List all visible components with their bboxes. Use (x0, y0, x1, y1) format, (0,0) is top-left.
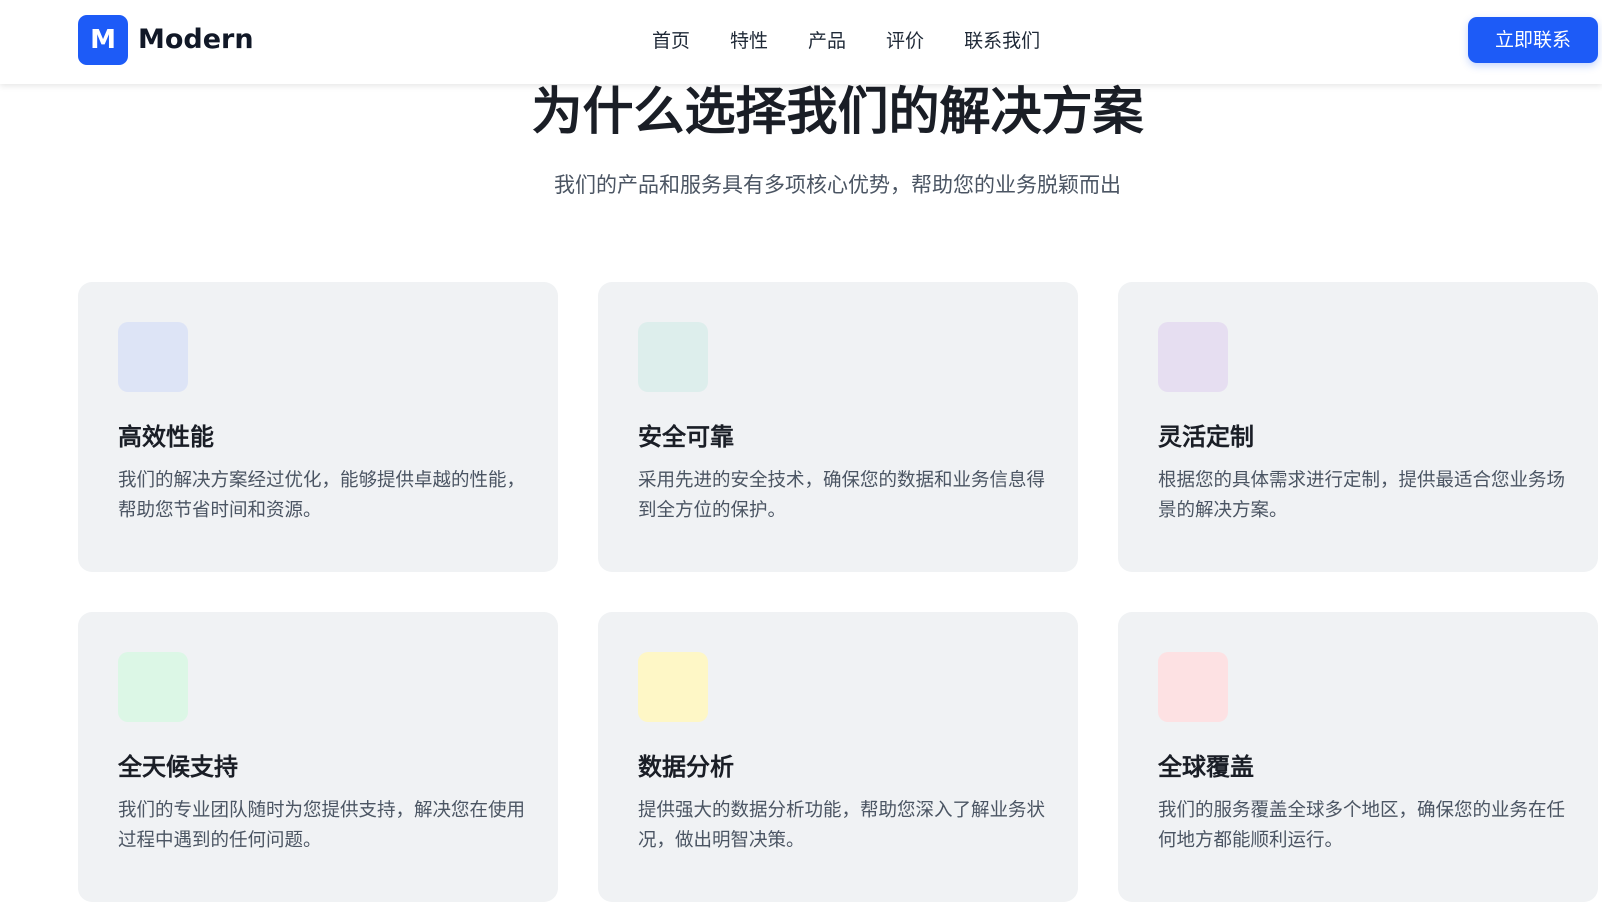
section-title: 为什么选择我们的解决方案 (531, 83, 1144, 142)
performance-icon (118, 322, 188, 392)
nav-link-features[interactable]: 特性 (730, 26, 768, 56)
nav-link-contact[interactable]: 联系我们 (964, 26, 1040, 56)
nav-link-reviews[interactable]: 评价 (886, 26, 924, 56)
nav-link-products[interactable]: 产品 (808, 26, 846, 56)
security-icon (638, 322, 708, 392)
feature-title: 全球覆盖 (1158, 753, 1254, 781)
feature-card-support: 全天候支持 我们的专业团队随时为您提供支持，解决您在使用过程中遇到的任何问题。 (78, 612, 558, 902)
feature-title: 数据分析 (638, 753, 734, 781)
feature-card-analytics: 数据分析 提供强大的数据分析功能，帮助您深入了解业务状况，做出明智决策。 (598, 612, 1078, 902)
contact-now-button[interactable]: 立即联系 (1468, 17, 1598, 63)
support-icon (118, 652, 188, 722)
feature-description: 我们的服务覆盖全球多个地区，确保您的业务在任何地方都能顺利运行。 (1158, 800, 1566, 851)
feature-card-global: 全球覆盖 我们的服务覆盖全球多个地区，确保您的业务在任何地方都能顺利运行。 (1118, 612, 1598, 902)
feature-card-performance: 高效性能 我们的解决方案经过优化，能够提供卓越的性能，帮助您节省时间和资源。 (78, 282, 558, 572)
navbar: M Modern 首页 特性 产品 评价 联系我们 立即联系 (0, 0, 1602, 84)
feature-description: 我们的专业团队随时为您提供支持，解决您在使用过程中遇到的任何问题。 (118, 800, 526, 851)
feature-title: 全天候支持 (118, 753, 238, 781)
nav-link-home[interactable]: 首页 (652, 26, 690, 56)
customization-icon (1158, 322, 1228, 392)
main-nav: 首页 特性 产品 评价 联系我们 (652, 26, 1080, 56)
feature-title: 灵活定制 (1158, 423, 1254, 451)
feature-description: 我们的解决方案经过优化，能够提供卓越的性能，帮助您节省时间和资源。 (118, 470, 526, 521)
feature-description: 根据您的具体需求进行定制，提供最适合您业务场景的解决方案。 (1158, 470, 1566, 521)
feature-card-customization: 灵活定制 根据您的具体需求进行定制，提供最适合您业务场景的解决方案。 (1118, 282, 1598, 572)
feature-title: 安全可靠 (638, 423, 734, 451)
feature-description: 提供强大的数据分析功能，帮助您深入了解业务状况，做出明智决策。 (638, 800, 1046, 851)
global-icon (1158, 652, 1228, 722)
logo-text[interactable]: Modern (138, 22, 254, 58)
feature-title: 高效性能 (118, 423, 214, 451)
feature-description: 采用先进的安全技术，确保您的数据和业务信息得到全方位的保护。 (638, 470, 1046, 521)
feature-card-security: 安全可靠 采用先进的安全技术，确保您的数据和业务信息得到全方位的保护。 (598, 282, 1078, 572)
logo-icon[interactable]: M (78, 15, 128, 65)
analytics-icon (638, 652, 708, 722)
section-subtitle: 我们的产品和服务具有多项核心优势，帮助您的业务脱颖而出 (554, 173, 1121, 197)
